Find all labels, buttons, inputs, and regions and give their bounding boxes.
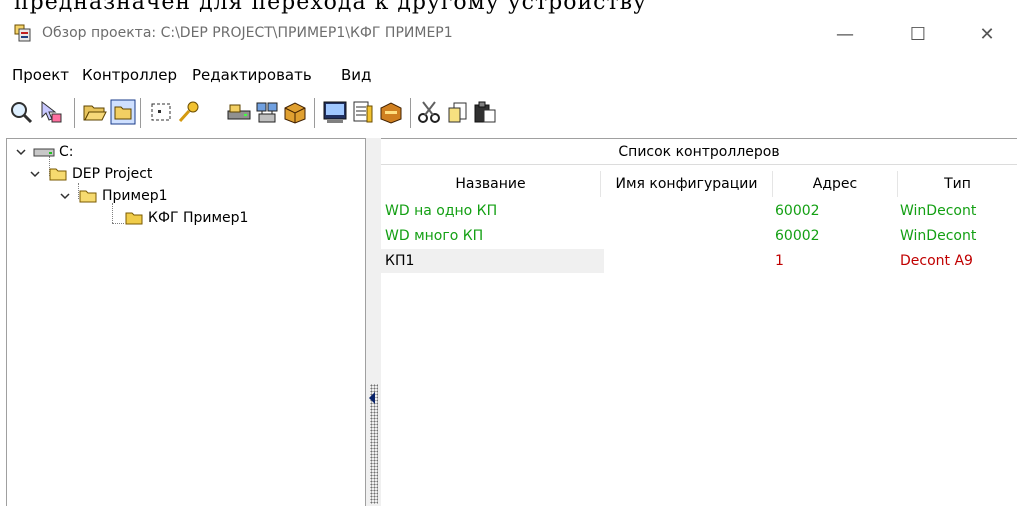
table-row[interactable]: WD на одно КП 60002 WinDecont [381,199,1017,223]
cell-type: WinDecont [900,228,977,244]
menu-project[interactable]: Проект [12,66,69,84]
module-icon[interactable] [378,99,404,125]
cell-type: WinDecont [900,203,977,219]
controller-icon[interactable] [282,99,308,125]
minimize-button[interactable]: — [825,20,865,48]
cell-name: КП1 [385,253,415,269]
chevron-down-icon[interactable] [29,168,41,180]
controller-list-pane: Список контроллеров Название Имя конфигу… [381,138,1017,506]
tree-node-project[interactable]: DEP Project [29,163,152,185]
menu-view[interactable]: Вид [341,66,371,84]
toolbar-separator [140,98,142,128]
network-icon[interactable] [254,99,280,125]
toolbar-separator [314,98,316,128]
folder-icon [125,212,143,225]
column-header-type[interactable]: Тип [898,171,1017,197]
column-header-name[interactable]: Название [381,171,601,197]
menu-edit[interactable]: Редактировать [192,66,312,84]
document-text-fragment: предназначен для перехода к другому устр… [0,0,1017,14]
app-icon [14,24,31,42]
project-tree[interactable]: C: DEP Project Пример1 КФГ Пример1 [6,138,371,506]
list-title: Список контроллеров [381,139,1017,165]
cell-name: WD на одно КП [385,203,498,219]
key-icon[interactable] [176,99,202,125]
copy-icon[interactable] [444,99,470,125]
menu-controller[interactable]: Контроллер [82,66,177,84]
menu-bar: Проект Контроллер Редактировать Вид [0,62,1017,90]
tree-label-drive: C: [59,144,74,160]
maximize-button[interactable]: ☐ [898,20,938,48]
tree-line [112,223,124,224]
folder-icon[interactable] [110,99,136,125]
open-folder-icon[interactable] [82,99,108,125]
drive-icon [33,148,55,157]
chevron-down-icon[interactable] [15,146,27,158]
drive-icon[interactable] [226,99,252,125]
paste-icon[interactable] [472,99,498,125]
column-header-address[interactable]: Адрес [773,171,898,197]
cell-address: 1 [775,253,784,269]
window-title: Обзор проекта: C:\DEP PROJECT\ПРИМЕР1\КФ… [42,25,453,41]
terminal-icon[interactable] [322,99,348,125]
title-bar: Обзор проекта: C:\DEP PROJECT\ПРИМЕР1\КФ… [0,14,1017,52]
tree-label-folder: Пример1 [102,188,168,204]
cell-address: 60002 [775,228,820,244]
tree-label-config: КФГ Пример1 [148,210,249,226]
toolbar-separator [410,98,412,128]
chevron-down-icon[interactable] [59,190,71,202]
folder-icon [79,190,97,203]
document-text: предназначен для перехода к другому устр… [14,0,647,14]
close-button[interactable]: ✕ [967,20,1007,48]
frame-icon[interactable] [148,99,174,125]
table-row[interactable]: WD много КП 60002 WinDecont [381,224,1017,248]
cell-type: Decont A9 [900,253,973,269]
cut-icon[interactable] [416,99,442,125]
tree-node-folder[interactable]: Пример1 [59,185,167,207]
column-header-config[interactable]: Имя конфигурации [601,171,773,197]
row-focus-highlight [381,249,604,273]
tree-node-drive[interactable]: C: [15,141,74,163]
folder-icon [49,168,67,181]
find-icon[interactable] [8,99,34,125]
table-row[interactable]: КП1 1 Decont A9 [381,249,1017,273]
cell-name: WD много КП [385,228,484,244]
toolbar [0,94,1017,132]
toolbar-separator [74,98,76,128]
tree-label-project: DEP Project [72,166,153,182]
tree-node-config[interactable]: КФГ Пример1 [125,207,248,229]
document-edit-icon[interactable] [350,99,376,125]
collapse-left-arrow-icon[interactable] [369,392,375,404]
pointer-icon[interactable] [38,99,64,125]
cell-address: 60002 [775,203,820,219]
pane-splitter[interactable] [365,138,381,506]
